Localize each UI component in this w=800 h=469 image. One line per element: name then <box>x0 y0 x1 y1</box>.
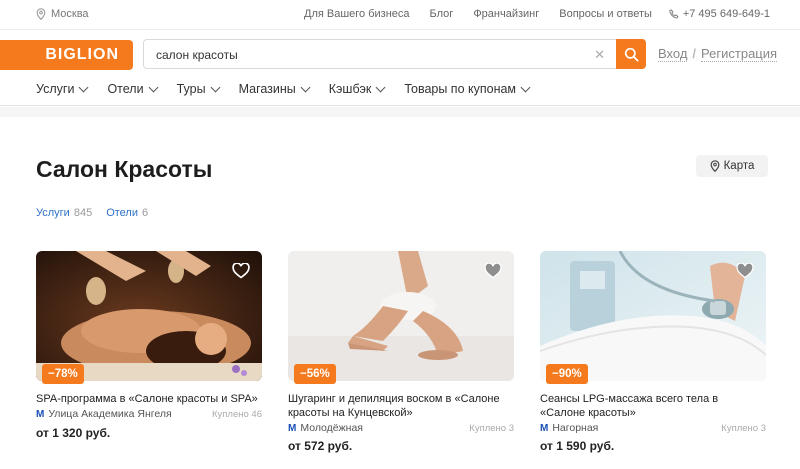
metro-icon: М <box>36 408 45 420</box>
biglion-logo[interactable]: BIGLION <box>0 40 135 70</box>
nav-label: Магазины <box>238 82 296 96</box>
nav-item-hotels[interactable]: Отели <box>107 74 159 104</box>
heart-icon <box>736 262 754 279</box>
top-links: Для Вашего бизнеса Блог Франчайзинг Вопр… <box>304 8 672 20</box>
deal-image[interactable] <box>288 251 514 381</box>
link-blog[interactable]: Блог <box>430 8 454 20</box>
nav-item-tours[interactable]: Туры <box>176 74 221 104</box>
deal-meta: М Улица Академика Янгеля Куплено 46 <box>36 408 262 420</box>
search-button[interactable] <box>616 39 646 69</box>
nav-item-services[interactable]: Услуги <box>36 74 89 104</box>
favorite-button[interactable] <box>736 262 754 284</box>
phone-icon <box>669 9 679 19</box>
chevron-down-icon <box>210 82 221 92</box>
chevron-down-icon <box>148 82 159 92</box>
header: BIGLION салон красоты ✕ Вход / Регистрация <box>0 36 800 72</box>
location-pin-icon <box>710 160 720 172</box>
discount-badge: −90% <box>546 364 588 384</box>
favorite-button[interactable] <box>232 262 250 284</box>
deal-meta: М Нагорная Куплено 3 <box>540 422 766 434</box>
filter-count: 845 <box>73 207 93 219</box>
bought-count: Куплено 3 <box>721 422 766 434</box>
deal-title[interactable]: Сеансы LPG-массажа всего тела в «Салоне … <box>540 392 766 420</box>
deal-title[interactable]: SPA-программа в «Салоне красоты и SPA» <box>36 392 262 406</box>
discount-badge: −56% <box>294 364 336 384</box>
close-icon[interactable]: ✕ <box>594 47 605 63</box>
location-pin-icon <box>36 8 46 20</box>
filter-services[interactable]: Услуги 845 <box>36 207 92 219</box>
main-nav: Услуги Отели Туры Магазины Кэшбэк Товары… <box>0 74 800 106</box>
filter-label: Отели <box>106 207 138 219</box>
nav-label: Услуги <box>36 82 75 96</box>
link-franchise[interactable]: Франчайзинг <box>473 8 539 20</box>
nav-item-cashback[interactable]: Кэшбэк <box>328 74 386 104</box>
phone-number: +7 495 649-649-1 <box>682 8 770 20</box>
metro-station: Нагорная <box>552 422 599 434</box>
search-box: салон красоты ✕ <box>143 39 646 69</box>
nav-item-coupon-goods[interactable]: Товары по купонам <box>404 74 531 104</box>
phone-link[interactable]: +7 495 649-649-1 <box>669 8 770 20</box>
auth-links: Вход / Регистрация <box>658 46 778 62</box>
link-faq[interactable]: Вопросы и ответы <box>559 8 652 20</box>
deal-price: от 1 320 руб. <box>36 426 111 440</box>
link-business[interactable]: Для Вашего бизнеса <box>304 8 410 20</box>
map-button-label: Карта <box>723 160 755 172</box>
login-link[interactable]: Вход <box>658 46 688 62</box>
register-link[interactable]: Регистрация <box>701 46 778 62</box>
chevron-down-icon <box>79 82 89 92</box>
search-input[interactable]: салон красоты <box>156 48 238 62</box>
chevron-down-icon <box>375 82 386 92</box>
search-icon <box>624 47 639 62</box>
category-filters: Услуги 845 Отели 6 <box>36 207 148 219</box>
deal-title[interactable]: Шугаринг и депиляция воском в «Салоне кр… <box>288 392 514 420</box>
deal-card[interactable]: −90% Сеансы LPG-массажа всего тела в «Са… <box>540 251 766 453</box>
metro-station: Улица Академика Янгеля <box>48 408 172 420</box>
nav-label: Туры <box>176 82 206 96</box>
chevron-down-icon <box>520 82 531 92</box>
chevron-down-icon <box>300 82 311 92</box>
deal-image[interactable] <box>540 251 766 381</box>
metro-station: Молодёжная <box>300 422 363 434</box>
filter-label: Услуги <box>36 207 70 219</box>
top-bar: Москва Для Вашего бизнеса Блог Франчайзи… <box>0 0 800 30</box>
divider-band <box>0 107 800 117</box>
filter-hotels[interactable]: Отели 6 <box>106 207 148 219</box>
deal-meta: М Молодёжная Куплено 3 <box>288 422 514 434</box>
nav-item-shops[interactable]: Магазины <box>238 74 311 104</box>
heart-icon <box>484 262 502 279</box>
deal-card[interactable]: −78% SPA-программа в «Салоне красоты и S… <box>36 251 262 440</box>
metro-icon: М <box>540 422 549 434</box>
nav-label: Отели <box>107 82 144 96</box>
discount-badge: −78% <box>42 364 84 384</box>
filter-count: 6 <box>141 207 149 219</box>
nav-label: Кэшбэк <box>328 82 372 96</box>
map-button[interactable]: Карта <box>696 155 768 177</box>
bought-count: Куплено 3 <box>469 422 514 434</box>
deal-price: от 572 руб. <box>288 439 353 453</box>
deal-image[interactable] <box>36 251 262 381</box>
favorite-button[interactable] <box>484 262 502 284</box>
heart-icon <box>232 262 250 279</box>
city-label: Москва <box>51 8 89 20</box>
bought-count: Куплено 46 <box>212 408 262 420</box>
page-title: Салон Красоты <box>36 156 213 182</box>
nav-label: Товары по купонам <box>404 82 517 96</box>
city-selector[interactable]: Москва <box>36 8 89 20</box>
deal-card[interactable]: −56% Шугаринг и депиляция воском в «Сало… <box>288 251 514 453</box>
metro-icon: М <box>288 422 297 434</box>
deal-price: от 1 590 руб. <box>540 439 615 453</box>
